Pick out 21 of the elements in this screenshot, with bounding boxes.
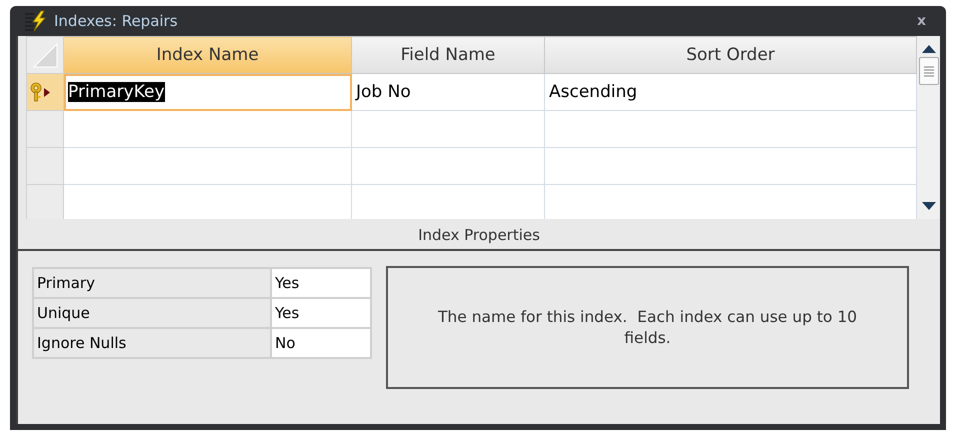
section-title: Index Properties — [418, 226, 540, 244]
property-label: Ignore Nulls — [33, 328, 271, 358]
table-cell[interactable]: Job No — [352, 74, 544, 110]
property-value[interactable]: Yes — [271, 298, 371, 328]
table-cell[interactable]: Ascending — [544, 74, 916, 110]
row-selector[interactable] — [26, 74, 64, 110]
close-button[interactable]: x — [914, 13, 928, 29]
property-value[interactable]: No — [271, 328, 371, 358]
column-header[interactable]: Index Name — [64, 36, 352, 74]
property-value[interactable]: Yes — [271, 268, 371, 298]
column-header[interactable]: Sort Order — [544, 36, 916, 74]
scroll-up-icon[interactable] — [922, 44, 936, 53]
scrollbar[interactable] — [917, 36, 940, 219]
window-title: Indexes: Repairs — [54, 12, 178, 30]
scroll-down-icon[interactable] — [922, 202, 936, 211]
table-cell[interactable]: PrimaryKey — [64, 74, 352, 110]
property-label: Primary — [33, 268, 271, 298]
column-header[interactable]: Field Name — [352, 36, 544, 74]
property-label: Unique — [33, 298, 271, 328]
scroll-thumb[interactable] — [918, 57, 938, 85]
help-text: The name for this index. Each index can use up to 10 fields. — [436, 306, 858, 348]
